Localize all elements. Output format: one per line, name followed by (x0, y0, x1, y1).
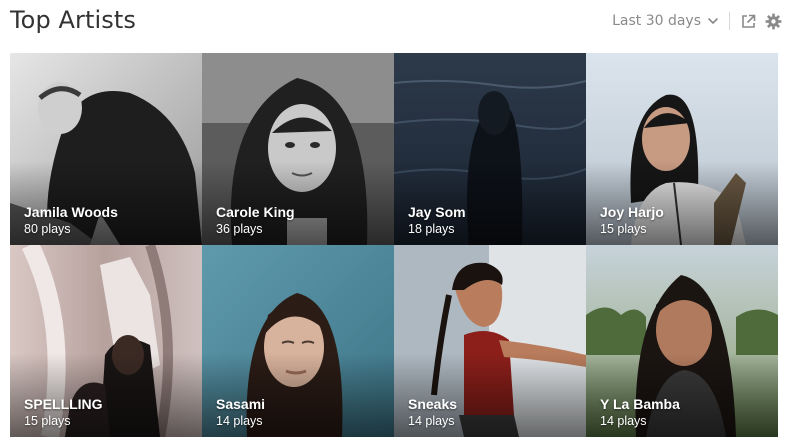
artist-tile[interactable]: Sasami 14 plays (202, 245, 394, 437)
artist-name: Y La Bamba (600, 396, 680, 412)
artist-grid: Jamila Woods 80 plays Carole King 36 pla… (10, 53, 778, 437)
settings-button[interactable] (765, 13, 782, 30)
time-range-dropdown[interactable]: Last 30 days (612, 13, 719, 29)
artist-play-count: 14 plays (408, 414, 455, 428)
divider (729, 12, 730, 30)
time-range-label: Last 30 days (612, 13, 701, 29)
artist-play-count: 14 plays (600, 414, 647, 428)
artist-tile[interactable]: Sneaks 14 plays (394, 245, 586, 437)
artist-tile[interactable]: Joy Harjo 15 plays (586, 53, 778, 245)
artist-tile[interactable]: SPELLLING 15 plays (10, 245, 202, 437)
artist-name: Carole King (216, 204, 295, 220)
artist-play-count: 36 plays (216, 222, 263, 236)
artist-play-count: 18 plays (408, 222, 455, 236)
header-controls: Last 30 days (612, 11, 782, 31)
artist-play-count: 15 plays (24, 414, 71, 428)
artist-tile[interactable]: Y La Bamba 14 plays (586, 245, 778, 437)
artist-name: Sneaks (408, 396, 458, 412)
page-title: Top Artists (10, 6, 137, 34)
share-icon (742, 14, 756, 28)
artist-play-count: 14 plays (216, 414, 263, 428)
gear-icon (765, 13, 782, 29)
artist-tile[interactable]: Carole King 36 plays (202, 53, 394, 245)
share-button[interactable] (740, 13, 757, 30)
artist-name: Sasami (216, 396, 266, 412)
artist-play-count: 15 plays (600, 222, 647, 236)
chevron-down-icon (708, 18, 718, 24)
artist-name: Jamila Woods (24, 204, 118, 220)
artist-tile[interactable]: Jay Som 18 plays (394, 53, 586, 245)
header: Top Artists Last 30 days (10, 0, 782, 44)
artist-name: Joy Harjo (600, 204, 664, 220)
artist-tile[interactable]: Jamila Woods 80 plays (10, 53, 202, 245)
artist-name: SPELLLING (24, 396, 103, 412)
artist-name: Jay Som (408, 204, 466, 220)
artist-play-count: 80 plays (24, 222, 71, 236)
